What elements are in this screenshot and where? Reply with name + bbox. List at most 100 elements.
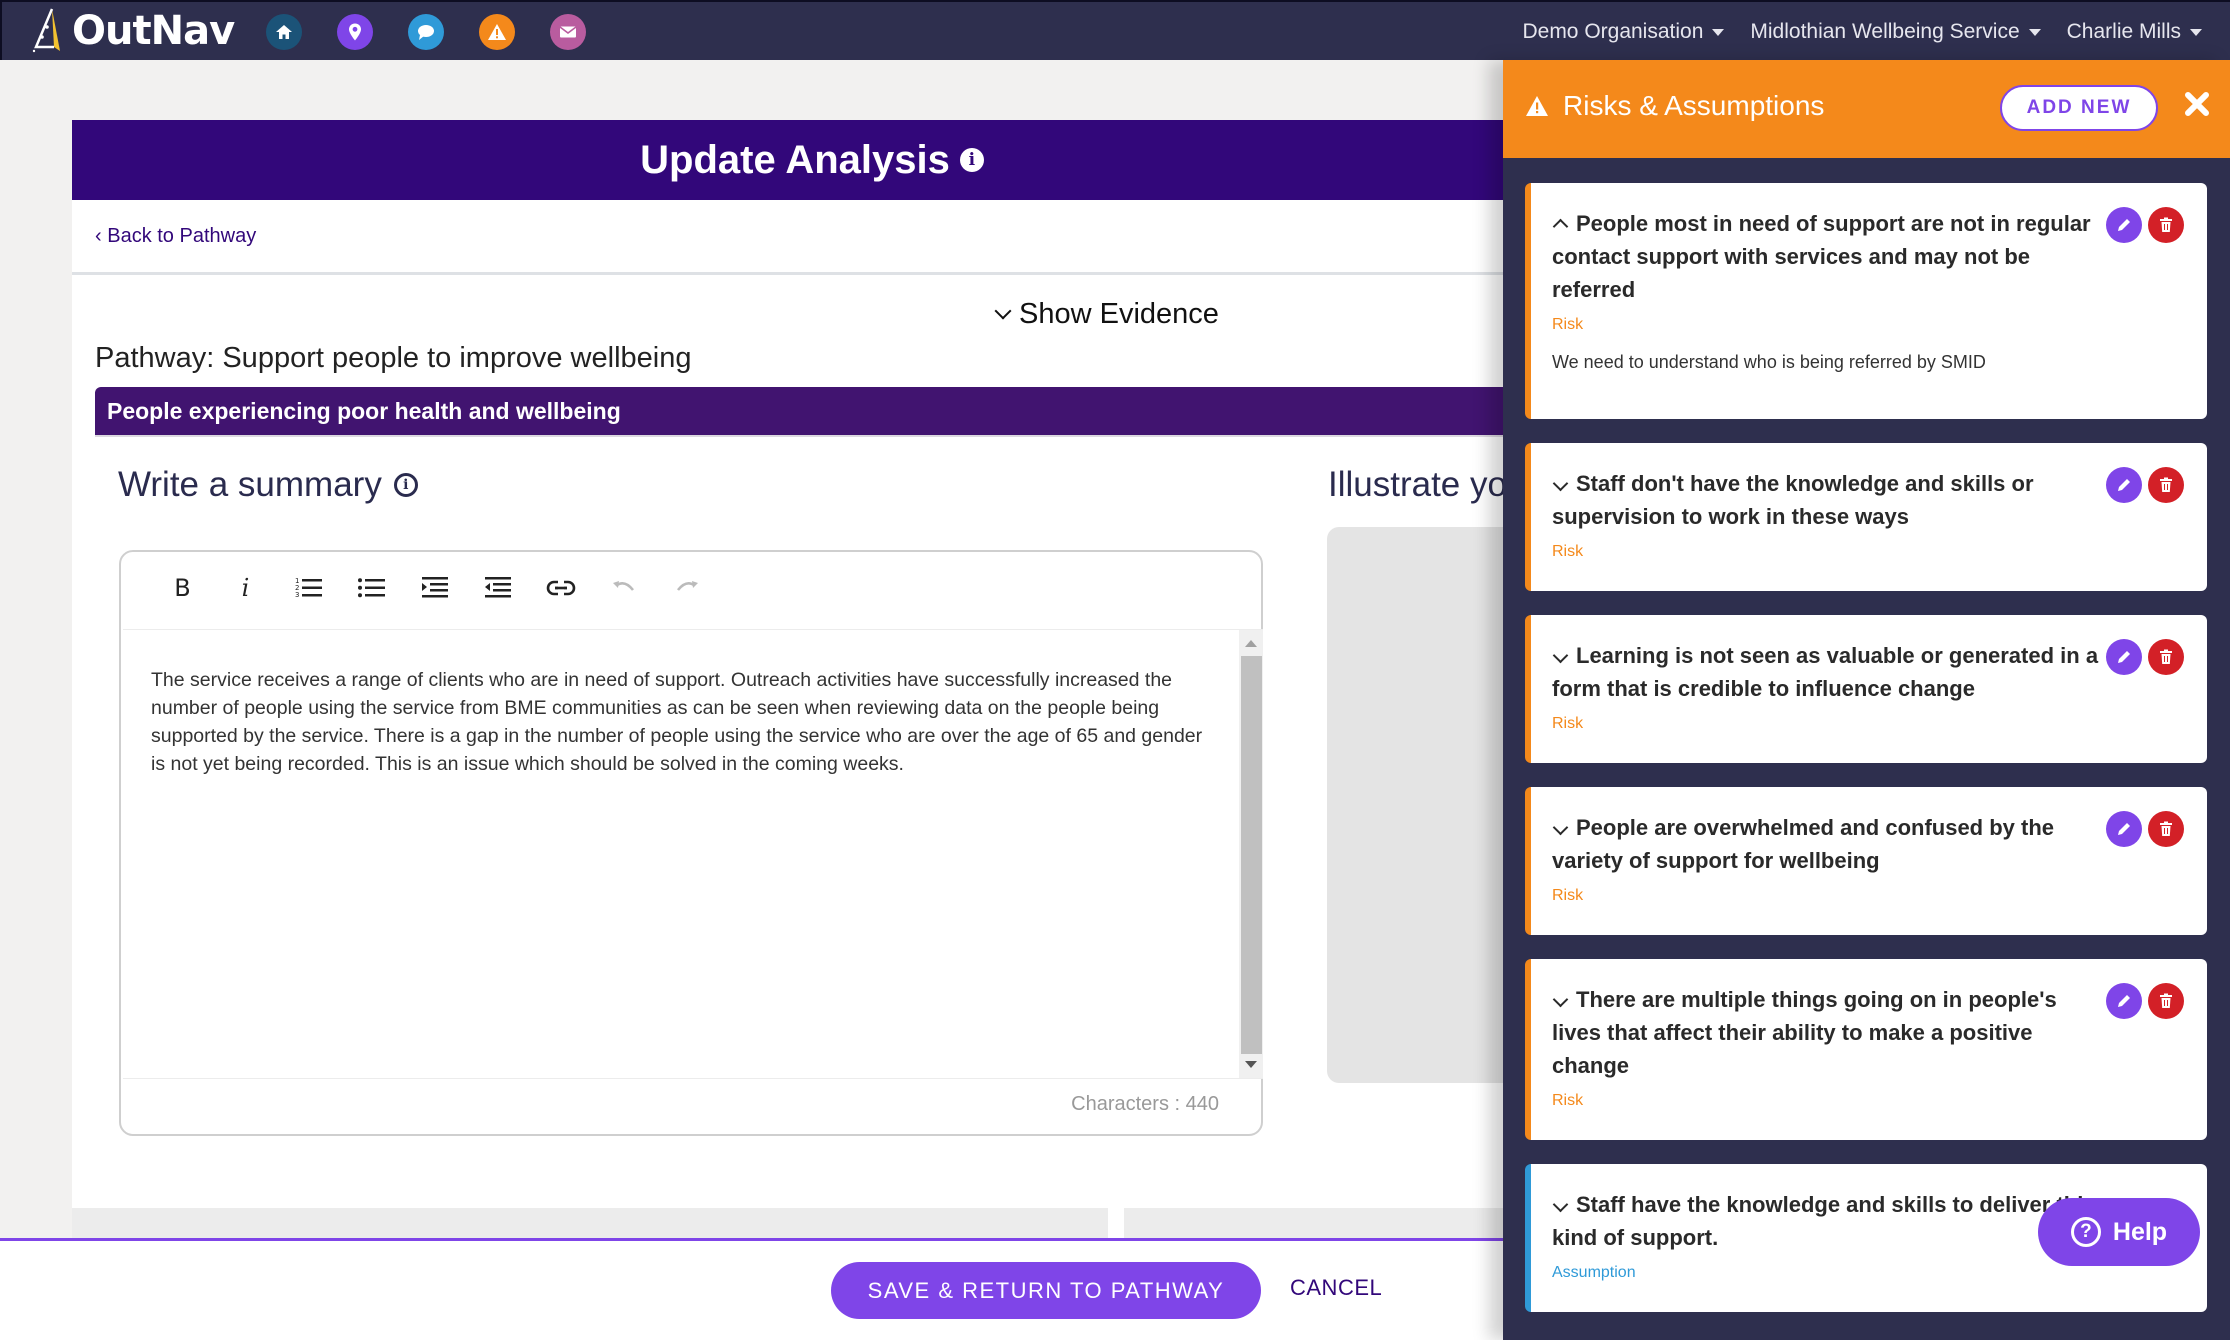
back-row: ‹ Back to Pathway: [72, 200, 1512, 275]
edit-button[interactable]: [2106, 207, 2142, 243]
chevron-down-icon[interactable]: [1552, 819, 1569, 835]
organisation-dropdown[interactable]: Demo Organisation: [1522, 20, 1725, 44]
caret-down-icon: [2028, 28, 2041, 36]
risk-type-label: Risk: [1552, 543, 1584, 560]
scroll-thumb[interactable]: [1241, 656, 1262, 1054]
summary-text[interactable]: The service receives a range of clients …: [151, 666, 1211, 778]
lower-section-left: [72, 1208, 1108, 1240]
chevron-left-icon: ‹: [95, 225, 102, 247]
bold-icon: B: [174, 574, 191, 602]
map-pin-icon[interactable]: [337, 14, 373, 50]
summary-heading-text: Write a summary: [118, 465, 382, 504]
cancel-button[interactable]: CANCEL: [1290, 1275, 1382, 1301]
pencil-icon: [2118, 995, 2130, 1007]
back-link-label: Back to Pathway: [107, 225, 257, 247]
action-footer: SAVE & RETURN TO PATHWAY CANCEL: [0, 1238, 1510, 1340]
chevron-down-icon[interactable]: [1552, 991, 1569, 1007]
show-evidence-toggle[interactable]: Show Evidence: [994, 298, 1219, 331]
warning-icon[interactable]: [479, 14, 515, 50]
risk-title[interactable]: Staff don't have the knowledge and skill…: [1552, 467, 2107, 533]
panel-header: Risks & Assumptions ADD NEW: [1503, 60, 2230, 158]
risk-title[interactable]: People are overwhelmed and confused by t…: [1552, 811, 2107, 877]
trash-icon: [2160, 649, 2172, 664]
undo-icon: [612, 581, 634, 591]
link-icon: [546, 580, 575, 596]
chevron-down-icon[interactable]: [1552, 647, 1569, 663]
close-icon: [2185, 92, 2209, 116]
risk-title-text: People are overwhelmed and confused by t…: [1552, 815, 2055, 873]
bullet-list-button[interactable]: [340, 568, 403, 608]
delete-button[interactable]: [2148, 467, 2184, 503]
chevron-down-icon: [994, 302, 1012, 319]
analysis-card: Update Analysis i ‹ Back to Pathway Show…: [72, 120, 1627, 1240]
save-and-return-button[interactable]: SAVE & RETURN TO PATHWAY: [831, 1262, 1261, 1319]
pencil-icon: [2118, 823, 2130, 835]
top-navbar: OutNav Demo Organisation Midlothian Well…: [0, 0, 2230, 60]
pencil-icon: [2118, 479, 2130, 491]
redo-button[interactable]: [655, 568, 718, 608]
undo-button[interactable]: [592, 568, 655, 608]
logo-text: OutNav: [72, 8, 235, 54]
risk-card[interactable]: There are multiple things going on in pe…: [1525, 959, 2207, 1140]
bold-button[interactable]: B: [151, 568, 214, 608]
risk-card[interactable]: People most in need of support are not i…: [1525, 183, 2207, 419]
info-icon[interactable]: i: [959, 148, 984, 172]
scroll-up-arrow-icon[interactable]: [1245, 640, 1257, 647]
risks-assumptions-panel: Risks & Assumptions ADD NEW People most …: [1503, 60, 2230, 1340]
add-new-button[interactable]: ADD NEW: [2000, 85, 2158, 131]
trash-icon: [2160, 217, 2172, 232]
user-dropdown[interactable]: Charlie Mills: [2067, 20, 2202, 44]
assumption-title[interactable]: Staff have the knowledge and skills to d…: [1552, 1188, 2107, 1254]
card-actions: [2106, 207, 2184, 243]
card-actions: [2106, 983, 2184, 1019]
service-dropdown[interactable]: Midlothian Wellbeing Service: [1750, 20, 2041, 44]
outcome-bar: People experiencing poor health and well…: [95, 387, 1512, 437]
risk-card[interactable]: Learning is not seen as valuable or gene…: [1525, 615, 2207, 763]
chevron-up-icon[interactable]: [1552, 218, 1569, 234]
risk-type-label: Risk: [1552, 316, 1584, 333]
trash-icon: [2160, 477, 2172, 492]
question-circle-icon: ?: [2070, 1217, 2101, 1247]
info-icon[interactable]: i: [393, 473, 418, 497]
close-panel-button[interactable]: [2180, 87, 2214, 121]
ordered-list-icon: 123: [295, 577, 322, 599]
risk-card[interactable]: People are overwhelmed and confused by t…: [1525, 787, 2207, 935]
delete-button[interactable]: [2148, 983, 2184, 1019]
edit-button[interactable]: [2106, 639, 2142, 675]
bullet-list-icon: [357, 578, 385, 598]
chat-icon[interactable]: [408, 14, 444, 50]
indent-icon: [421, 577, 448, 598]
risk-title[interactable]: Learning is not seen as valuable or gene…: [1552, 639, 2107, 705]
chevron-down-icon[interactable]: [1552, 475, 1569, 491]
delete-button[interactable]: [2148, 207, 2184, 243]
mail-icon[interactable]: [550, 14, 586, 50]
outdent-button[interactable]: [466, 568, 529, 608]
outdent-icon: [484, 577, 511, 598]
delete-button[interactable]: [2148, 811, 2184, 847]
chevron-down-icon[interactable]: [1552, 1196, 1569, 1212]
trash-icon: [2160, 821, 2172, 836]
edit-button[interactable]: [2106, 811, 2142, 847]
card-actions: [2106, 811, 2184, 847]
back-to-pathway-link[interactable]: ‹ Back to Pathway: [95, 225, 256, 248]
summary-editor: B i 123 The service receives a range of …: [119, 550, 1263, 1136]
assumption-type-label: Assumption: [1552, 1264, 1636, 1281]
edit-button[interactable]: [2106, 467, 2142, 503]
editor-scrollbar[interactable]: [1239, 630, 1263, 1078]
home-icon[interactable]: [266, 14, 302, 50]
editor-content-area[interactable]: The service receives a range of clients …: [123, 629, 1263, 1079]
risk-title-text: People most in need of support are not i…: [1552, 211, 2091, 302]
outnav-logo[interactable]: OutNav: [30, 6, 235, 56]
scroll-down-arrow-icon[interactable]: [1245, 1061, 1257, 1068]
edit-button[interactable]: [2106, 983, 2142, 1019]
risk-title[interactable]: People most in need of support are not i…: [1552, 207, 2107, 306]
indent-button[interactable]: [403, 568, 466, 608]
italic-button[interactable]: i: [214, 568, 277, 608]
ordered-list-button[interactable]: 123: [277, 568, 340, 608]
pencil-icon: [2118, 651, 2130, 663]
delete-button[interactable]: [2148, 639, 2184, 675]
risk-title[interactable]: There are multiple things going on in pe…: [1552, 983, 2107, 1082]
risk-card[interactable]: Staff don't have the knowledge and skill…: [1525, 443, 2207, 591]
help-button[interactable]: ? Help: [2038, 1198, 2200, 1266]
link-button[interactable]: [529, 568, 592, 608]
